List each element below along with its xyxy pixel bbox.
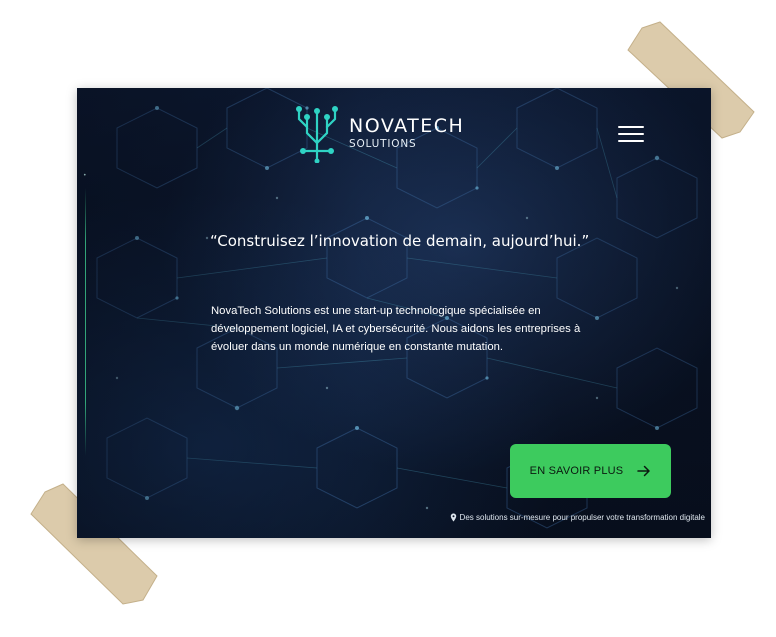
scroll-indicator-dot: • (83, 172, 87, 179)
hero-card: • NOVATECH SOLUTIONS “Construisez l’inno… (77, 88, 711, 538)
learn-more-label: EN SAVOIR PLUS (529, 465, 624, 477)
hero-description: NovaTech Solutions est une start-up tech… (211, 305, 581, 353)
hero-quote: “Construisez l’innovation de demain, auj… (210, 232, 590, 250)
hamburger-menu-icon[interactable] (618, 126, 644, 144)
footer-tagline-text: Des solutions sur-mesure pour propulser … (459, 513, 705, 522)
brand-subtitle: SOLUTIONS (349, 138, 417, 150)
brand-name: NOVATECH (349, 115, 465, 137)
circuit-tree-logo-icon (296, 106, 338, 163)
scroll-indicator-line (85, 188, 86, 456)
pin-icon (450, 513, 456, 522)
brand-logo[interactable]: NOVATECH SOLUTIONS (293, 103, 464, 163)
footer-tagline: Des solutions sur-mesure pour propulser … (450, 513, 705, 522)
learn-more-button[interactable]: EN SAVOIR PLUS (510, 444, 671, 498)
arrow-right-icon (637, 465, 651, 477)
